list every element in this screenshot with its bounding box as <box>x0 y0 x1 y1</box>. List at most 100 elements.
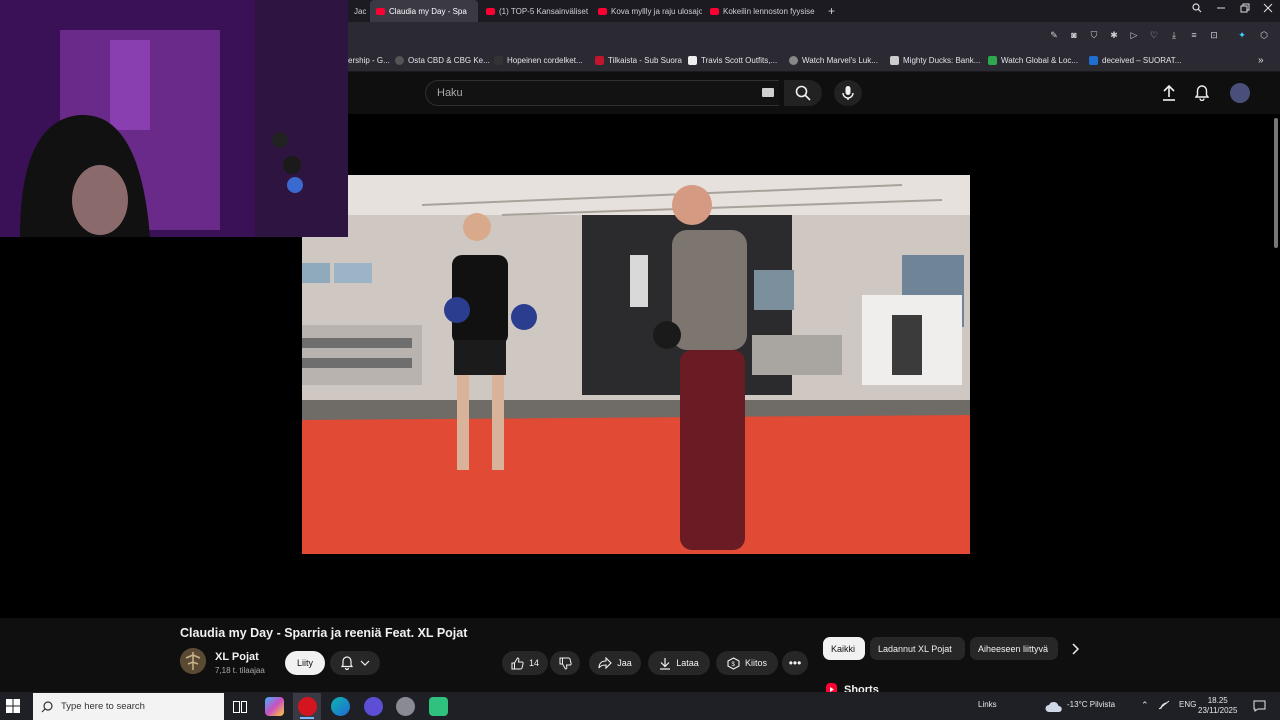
tab-label: Kokeilin lennoston fyysise <box>723 6 815 16</box>
task-view-icon[interactable] <box>233 700 247 718</box>
bell-icon <box>340 656 354 670</box>
heart-icon[interactable]: ♡ <box>1147 28 1161 42</box>
close-icon[interactable] <box>1256 0 1280 16</box>
camera-icon[interactable]: ◙ <box>1067 28 1081 42</box>
join-button[interactable]: Liity <box>285 651 325 675</box>
w-icon <box>688 55 697 65</box>
link-icon <box>789 55 798 65</box>
chevron-down-icon <box>360 660 370 666</box>
thanks-label: Kiitos <box>744 658 767 668</box>
browser-tab[interactable]: Jac <box>348 0 366 22</box>
dislike-button[interactable] <box>550 651 580 675</box>
bookmark-label: Travis Scott Outfits,... <box>701 55 778 65</box>
bookmark-item[interactable]: Watch Marvel's Luk... <box>789 52 878 68</box>
svg-text:$: $ <box>731 662 735 668</box>
upload-icon[interactable] <box>1160 84 1178 102</box>
browser-tab[interactable]: (1) TOP-5 Kansainväliset u <box>480 0 590 22</box>
thanks-button[interactable]: $ Kiitos <box>716 651 778 675</box>
bookmark-item[interactable]: Osta CBD & CBG Ke... <box>395 52 490 68</box>
channel-avatar[interactable] <box>180 648 206 674</box>
bookmark-label: Osta CBD & CBG Ke... <box>408 55 490 65</box>
video-frame[interactable] <box>302 175 970 554</box>
bookmarks-overflow-icon[interactable]: » <box>1258 52 1264 68</box>
bookmark-item[interactable]: Travis Scott Outfits,... <box>688 52 777 68</box>
subscription-bell-button[interactable] <box>330 651 380 675</box>
thumbs-up-icon <box>511 656 524 669</box>
notification-center-icon[interactable] <box>1253 699 1266 717</box>
network-icon[interactable] <box>1158 700 1170 712</box>
copilot-app-icon[interactable] <box>265 697 284 716</box>
user-avatar[interactable] <box>1230 83 1250 103</box>
input-language[interactable]: ENG <box>1179 700 1196 709</box>
search-button[interactable] <box>784 80 822 106</box>
links-toolbar[interactable]: Links <box>978 700 997 709</box>
chip-label: Kaikki <box>831 643 856 654</box>
lock-icon[interactable]: ⊡ <box>1207 28 1221 42</box>
menu-icon[interactable]: ≡ <box>1187 28 1201 42</box>
video-scene <box>302 175 970 554</box>
tab-label: Claudia my Day - Spa <box>389 6 467 16</box>
tv-icon <box>595 55 604 65</box>
browser-tab[interactable]: Kokeilin lennoston fyysise <box>704 0 816 22</box>
taskbar-clock[interactable]: 18.25 23/11/2025 <box>1198 696 1237 716</box>
search-input[interactable]: Haku <box>425 80 779 106</box>
chevron-right-icon[interactable] <box>1068 642 1082 656</box>
channel-name[interactable]: XL Pojat <box>215 651 259 663</box>
like-button[interactable]: 14 <box>502 651 548 675</box>
app-icon[interactable] <box>396 697 415 716</box>
chip-label: Aiheeseen liittyvä <box>978 643 1049 654</box>
chip-related[interactable]: Aiheeseen liittyvä <box>970 637 1058 660</box>
folder-icon <box>1089 55 1098 65</box>
share-button[interactable]: Jaa <box>589 651 641 675</box>
taskbar-search-input[interactable]: Type here to search <box>33 693 224 720</box>
chip-uploaded-by[interactable]: Ladannut XL Pojat <box>870 637 965 660</box>
voice-search-button[interactable] <box>834 80 862 106</box>
bookmark-label: Mighty Ducks: Bank... <box>903 55 981 65</box>
new-tab-button[interactable]: + <box>822 0 840 22</box>
search-icon <box>41 700 53 712</box>
notifications-bell-icon[interactable] <box>1193 84 1211 102</box>
bookmark-item[interactable]: Tilkaista - Sub Suora <box>595 52 682 68</box>
restore-icon[interactable] <box>1233 0 1257 16</box>
scrollbar-thumb[interactable] <box>1274 118 1278 248</box>
kt-icon <box>494 55 503 65</box>
more-actions-button[interactable]: ••• <box>782 651 808 675</box>
download-button[interactable]: Lataa <box>648 651 710 675</box>
edge-browser-icon[interactable] <box>331 697 350 716</box>
chip-label: Ladannut XL Pojat <box>878 643 952 654</box>
browser-tab[interactable]: Kova myllly ja raju ulosajo <box>592 0 702 22</box>
weather-text[interactable]: -13°C Pilvista <box>1067 700 1115 709</box>
clock-date: 23/11/2025 <box>1198 706 1238 715</box>
youtube-favicon-icon <box>598 7 607 15</box>
bookmark-label: Tilkaista - Sub Suora <box>608 55 682 65</box>
extension-icon[interactable]: ✱ <box>1107 28 1121 42</box>
edit-icon[interactable]: ✎ <box>1047 28 1061 42</box>
vpn-icon[interactable]: ✦ <box>1235 28 1249 42</box>
play-icon[interactable]: ▷ <box>1127 28 1141 42</box>
cloud-weather-icon[interactable] <box>1045 700 1063 718</box>
browser-search-icon[interactable] <box>1185 0 1209 16</box>
browser-tab-active[interactable]: Claudia my Day - Spa <box>370 0 478 22</box>
bookmark-item[interactable]: Hopeinen cordelket... <box>494 52 583 68</box>
spotify-app-icon[interactable] <box>429 697 448 716</box>
more-icon: ••• <box>788 656 802 670</box>
clock-time: 18.25 <box>1207 696 1228 705</box>
windows-start-icon[interactable] <box>6 699 20 713</box>
discord-app-icon[interactable] <box>364 697 383 716</box>
bookmark-item[interactable]: deceived – SUORAT... <box>1089 52 1181 68</box>
bookmark-item[interactable]: ership - G... <box>348 52 390 68</box>
microphone-icon <box>842 86 854 100</box>
show-hidden-icons-chevron-icon[interactable]: ⌃ <box>1141 700 1149 711</box>
bookmark-item[interactable]: Watch Global & Loc... <box>988 52 1078 68</box>
minimize-icon[interactable] <box>1209 0 1233 16</box>
opera-browser-icon[interactable] <box>298 697 317 716</box>
tab-label: Jac <box>354 6 366 16</box>
shield-icon[interactable]: ⛉ <box>1087 28 1101 42</box>
chip-all[interactable]: Kaikki <box>823 637 865 660</box>
search-icon <box>795 85 811 101</box>
cube-icon[interactable]: ⬡ <box>1257 28 1271 42</box>
download-icon[interactable]: ⤓ <box>1167 28 1181 42</box>
bookmark-label: Watch Global & Loc... <box>1001 55 1079 65</box>
keyboard-icon[interactable] <box>762 88 774 97</box>
bookmark-item[interactable]: Mighty Ducks: Bank... <box>890 52 980 68</box>
